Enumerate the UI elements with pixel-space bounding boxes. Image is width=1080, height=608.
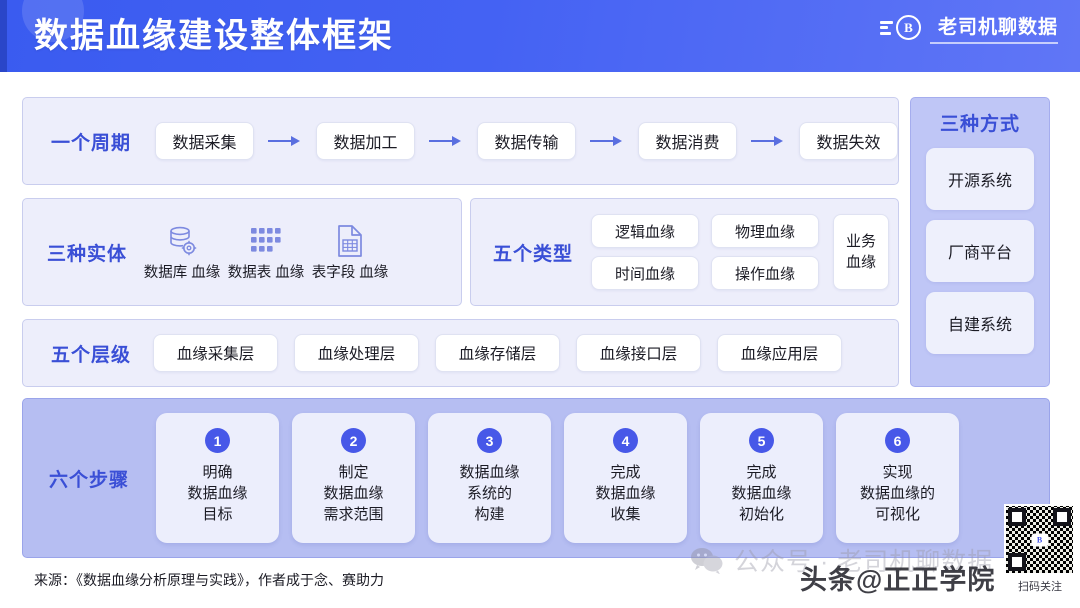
motion-dots-icon [880,20,893,35]
step-number-5: 5 [749,428,775,453]
qr-finder-top-right [1053,508,1071,526]
way-open-source[interactable]: 开源系统 [926,148,1034,210]
entity-label-database: 数据库 血缘 [143,264,221,281]
type-operational[interactable]: 操作血缘 [711,256,820,290]
watermark-toutiao: 头条@正正学院 [800,558,995,597]
cycle-stage-4[interactable]: 数据消费 [638,122,738,160]
step-card-1[interactable]: 1 明确 数据血缘 目标 [156,413,280,543]
section-label-five-levels: 五个层级 [51,344,132,366]
step-number-4: 4 [613,428,639,453]
way-vendor-platform[interactable]: 厂商平台 [926,220,1034,282]
arrow-right-icon [268,135,302,147]
level-collection[interactable]: 血缘采集层 [153,334,279,372]
table-grid-icon [249,223,283,259]
brand-name: 老司机聊数据 [937,17,1058,38]
section-six-steps: 六个步骤 1 明确 数据血缘 目标 2 制定 数据血缘 需求范围 3 数据血缘 … [22,398,1050,558]
step-text-2: 制定 数据血缘 需求范围 [323,464,384,523]
cycle-stage-5[interactable]: 数据失效 [799,122,899,160]
section-label-three-entities: 三种实体 [47,243,128,265]
cycle-stage-3[interactable]: 数据传输 [477,122,577,160]
type-business[interactable]: 业务 血缘 [833,214,890,290]
step-number-1: 1 [205,428,231,453]
section-label-six-steps: 六个步骤 [49,469,130,491]
type-physical[interactable]: 物理血缘 [711,214,820,248]
step-card-2[interactable]: 2 制定 数据血缘 需求范围 [292,413,416,543]
step-card-6[interactable]: 6 实现 数据血缘的 可视化 [836,413,960,543]
step-text-3: 数据血缘 系统的 构建 [459,464,520,523]
document-table-icon [335,223,365,259]
section-five-types: 五个类型 逻辑血缘 物理血缘 时间血缘 操作血缘 业务 血缘 [470,198,899,306]
step-number-6: 6 [885,428,911,453]
arrow-right-icon [751,135,785,147]
entity-field[interactable]: 表字段 血缘 [312,223,388,282]
slide-root: 数据血缘建设整体框架 B 老司机聊数据 一个周期 数据采集 数据加工 数据传输 [0,0,1080,608]
brand-underline [930,42,1058,44]
level-application[interactable]: 血缘应用层 [717,334,843,372]
step-card-4[interactable]: 4 完成 数据血缘 收集 [564,413,688,543]
brand-mark-icon: B [880,15,921,41]
step-card-3[interactable]: 3 数据血缘 系统的 构建 [428,413,552,543]
step-number-2: 2 [341,428,367,453]
brand-text-wrap: 老司机聊数据 [930,12,1058,44]
section-label-three-ways: 三种方式 [939,114,1020,135]
entity-database[interactable]: 数据库 血缘 [144,223,220,282]
way-self-built[interactable]: 自建系统 [926,292,1034,354]
entity-label-field: 表字段 血缘 [311,264,389,281]
level-processing[interactable]: 血缘处理层 [294,334,420,372]
page-title: 数据血缘建设整体框架 [34,17,394,55]
arrow-right-icon [429,135,463,147]
header-left-edge-strip [0,0,7,72]
arrow-right-icon [590,135,624,147]
step-number-3: 3 [477,428,503,453]
step-text-1: 明确 数据血缘 目标 [187,464,248,523]
brand-b-badge-icon: B [896,15,921,41]
step-card-5[interactable]: 5 完成 数据血缘 初始化 [700,413,824,543]
slide-header: 数据血缘建设整体框架 B 老司机聊数据 [0,0,1080,72]
type-logical[interactable]: 逻辑血缘 [591,214,700,248]
section-three-ways: 三种方式 开源系统 厂商平台 自建系统 [910,97,1050,387]
brand-logo: B 老司机聊数据 [880,12,1058,44]
step-text-6: 实现 数据血缘的 可视化 [860,464,936,523]
qr-finder-bottom-left [1008,553,1026,571]
qr-center-logo-icon: B [1031,533,1048,546]
section-five-levels: 五个层级 血缘采集层 血缘处理层 血缘存储层 血缘接口层 血缘应用层 [22,319,899,387]
level-interface[interactable]: 血缘接口层 [576,334,702,372]
qr-caption: 扫码关注 [1018,581,1062,593]
type-temporal[interactable]: 时间血缘 [591,256,700,290]
qr-code[interactable]: B [1004,504,1075,575]
watermark-toutiao-text: 头条@正正学院 [800,565,996,595]
qr-finder-top-left [1008,508,1026,526]
source-attribution: 来源：《数据血缘分析原理与实践》，作者成于念、赛助力 [34,572,384,588]
section-label-one-cycle: 一个周期 [51,132,132,154]
step-text-4: 完成 数据血缘 收集 [595,464,656,523]
cycle-stage-2[interactable]: 数据加工 [316,122,416,160]
step-text-5: 完成 数据血缘 初始化 [731,464,792,523]
level-storage[interactable]: 血缘存储层 [435,334,561,372]
database-gear-icon [165,223,199,259]
entity-label-table: 数据表 血缘 [227,264,305,281]
section-one-cycle: 一个周期 数据采集 数据加工 数据传输 数据消费 数据失效 [22,97,899,185]
section-three-entities: 三种实体 数据库 血缘 数据表 血缘 表字段 血缘 [22,198,462,306]
section-label-five-types: 五个类型 [493,243,574,265]
cycle-stage-1[interactable]: 数据采集 [155,122,255,160]
entity-table[interactable]: 数据表 血缘 [228,223,304,282]
